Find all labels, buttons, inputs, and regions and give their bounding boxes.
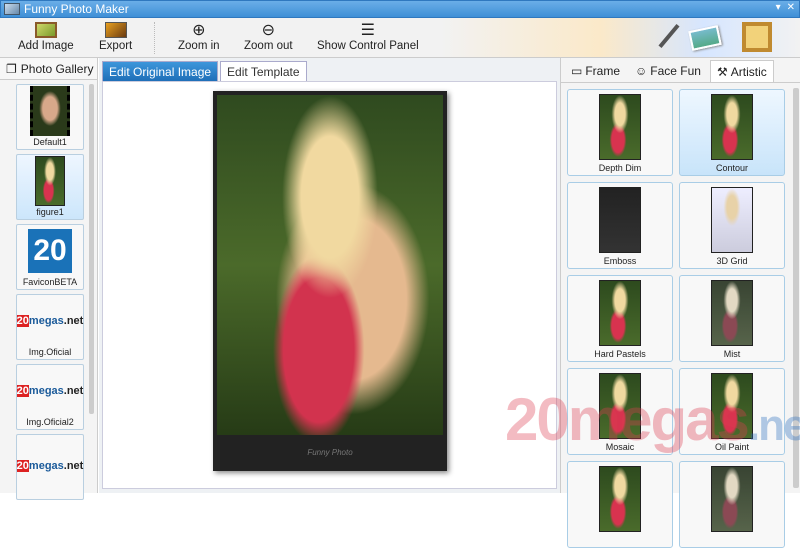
export-icon	[104, 20, 127, 40]
effect-3d-grid[interactable]: 3D Grid	[679, 182, 785, 269]
effect-hard-pastels[interactable]: Hard Pastels	[567, 275, 673, 362]
effect-item[interactable]	[679, 461, 785, 548]
tab-edit-original-image[interactable]: Edit Original Image	[102, 61, 219, 81]
app-icon	[4, 3, 20, 15]
editor-area: Edit Original Image Edit Template Funny …	[99, 58, 560, 493]
zoom-in-button[interactable]: ⊕ Zoom in	[178, 20, 220, 52]
gallery-scrollbar[interactable]	[89, 84, 94, 414]
photo-signature: Funny Photo	[307, 448, 353, 457]
smiley-icon: ☺	[635, 64, 648, 78]
gallery-item[interactable]: 20megas.net Img.Oficial2	[16, 364, 84, 430]
effect-emboss[interactable]: Emboss	[567, 182, 673, 269]
tab-artistic[interactable]: ⚒ Artistic	[709, 60, 774, 82]
magic-wand-icon: ⚒	[716, 64, 728, 79]
gallery-item[interactable]: Default1	[16, 84, 84, 150]
show-control-panel-button[interactable]: ☰ Show Control Panel	[317, 20, 419, 52]
export-button[interactable]: Export	[99, 20, 132, 52]
window-title: Funny Photo Maker	[24, 2, 129, 16]
canvas[interactable]: Funny Photo	[102, 81, 557, 489]
tab-frame[interactable]: ▭ Frame	[565, 60, 626, 82]
zoom-out-icon: ⊖	[261, 22, 275, 39]
zoom-out-button[interactable]: ⊖ Zoom out	[244, 20, 293, 52]
gallery-icon: ❐	[6, 61, 17, 76]
effect-mist[interactable]: Mist	[679, 275, 785, 362]
photo-gallery-panel: ❐ Photo Gallery Default1 figure1 20 Favic…	[0, 58, 98, 500]
frame-icon: ▭	[571, 64, 583, 78]
picture-frame-icon	[742, 22, 774, 52]
edited-photo[interactable]: Funny Photo	[213, 91, 447, 471]
gallery-item[interactable]: 20 FaviconBETA	[16, 224, 84, 290]
zoom-in-icon: ⊕	[192, 22, 206, 39]
tab-face-fun[interactable]: ☺ Face Fun	[629, 60, 707, 82]
minimize-button[interactable]: ▾	[776, 2, 781, 13]
effect-contour[interactable]: Contour	[679, 89, 785, 176]
effect-item[interactable]	[567, 461, 673, 548]
tab-edit-template[interactable]: Edit Template	[220, 61, 307, 81]
magic-wand-icon	[655, 22, 683, 52]
gallery-item[interactable]: figure1	[16, 154, 84, 220]
gallery-item[interactable]: 20megas.net	[16, 434, 84, 500]
effect-depth-dim[interactable]: Depth Dim	[567, 89, 673, 176]
add-image-icon	[34, 20, 57, 40]
toolbar-separator	[154, 22, 155, 54]
gallery-item[interactable]: 20megas.net Img.Oficial	[16, 294, 84, 360]
title-bar: Funny Photo Maker ▾ ✕	[0, 0, 800, 18]
close-button[interactable]: ✕	[787, 2, 795, 13]
tab-photo-gallery[interactable]: ❐ Photo Gallery	[0, 58, 97, 80]
photo-image	[217, 95, 443, 435]
photos-icon	[688, 22, 726, 52]
toolbar: Add Image Export ⊕ Zoom in ⊖ Zoom out ☰ …	[0, 18, 800, 58]
add-image-button[interactable]: Add Image	[18, 20, 74, 52]
sliders-icon: ☰	[360, 22, 375, 39]
watermark: 20megas.net	[505, 386, 800, 453]
